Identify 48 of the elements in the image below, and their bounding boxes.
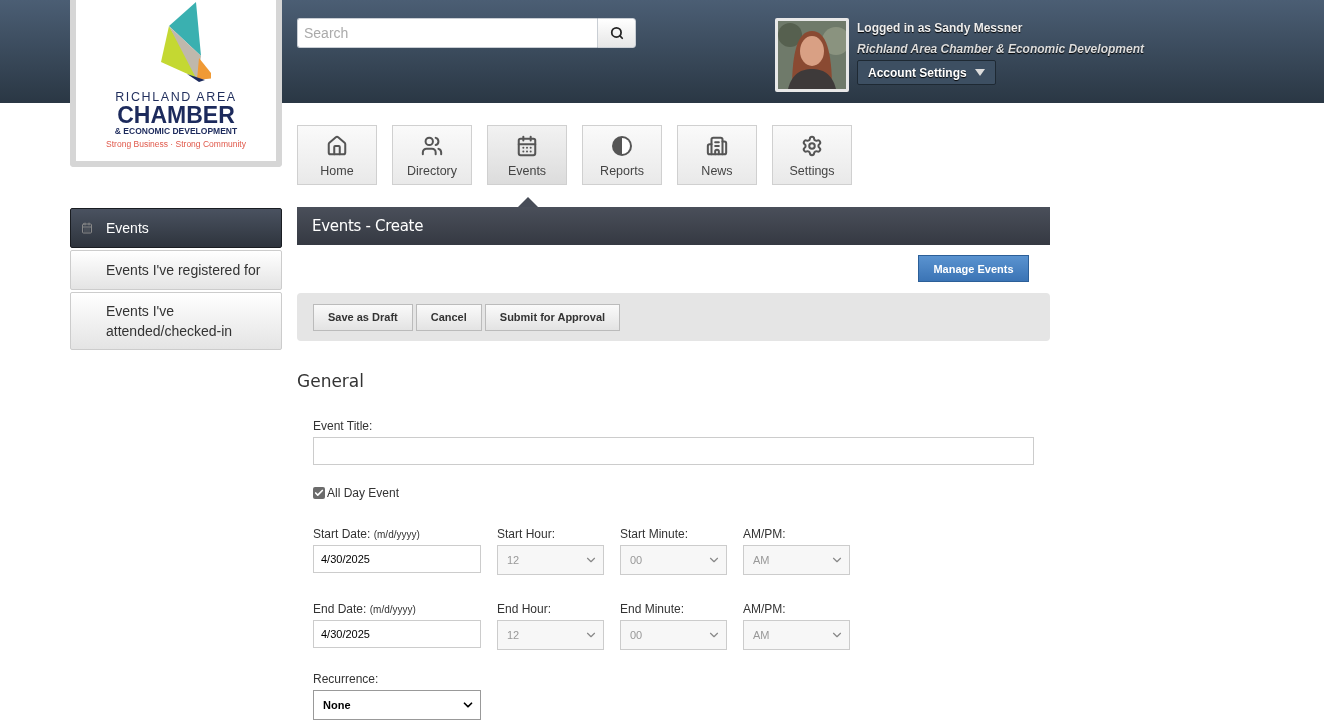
field-label: Start Minute: <box>620 527 690 541</box>
people-icon <box>421 135 443 157</box>
date-field[interactable]: 4/30/2025 <box>313 545 481 573</box>
field-label: Start Hour: <box>497 527 557 541</box>
logo-text: RICHLAND AREA <box>115 90 237 104</box>
buildings-icon <box>706 135 728 157</box>
checkbox-label: All Day Event <box>327 486 400 500</box>
sidebar-item[interactable]: Events <box>70 208 282 248</box>
sidebar-item[interactable]: Events I've registered for <box>70 250 282 290</box>
nav-tab[interactable]: Reports <box>582 125 662 185</box>
action-button[interactable]: Cancel <box>415 303 482 331</box>
nav-tab[interactable]: Directory <box>392 125 472 185</box>
home-icon <box>326 135 348 157</box>
field-label: AM/PM: <box>743 527 787 541</box>
sidebar-item[interactable]: Events I've attended/checked-in <box>70 292 282 350</box>
event-title-field[interactable] <box>313 437 1034 465</box>
logged-in-text: Logged in as Sandy Messner <box>857 21 1023 35</box>
section-title: General <box>297 371 365 391</box>
field-label: AM/PM: <box>743 602 787 616</box>
page-title: Events - Create <box>312 217 424 235</box>
nav-tab[interactable]: Settings <box>772 125 852 185</box>
organization-name: Richland Area Chamber & Economic Development <box>857 42 1144 56</box>
field-label: End Date: (m/d/yyyy) <box>313 602 417 616</box>
caret-icon <box>974 69 985 76</box>
search-field[interactable]: Search <box>297 18 597 48</box>
settings-icon <box>801 135 823 157</box>
logo-text: CHAMBER <box>117 104 235 126</box>
field-label: End Hour: <box>497 602 553 616</box>
field-label: Start Date: (m/d/yyyy) <box>313 527 421 541</box>
action-button[interactable]: Submit for Approval <box>484 303 621 331</box>
action-button[interactable]: Save as Draft <box>313 303 413 331</box>
checkbox[interactable] <box>313 487 325 499</box>
calendar-icon <box>516 135 538 157</box>
nav-tab[interactable]: News <box>677 125 757 185</box>
manage-events-button[interactable]: Manage Events <box>918 255 1029 282</box>
logo-tagline: Strong Business · Strong Community <box>106 138 246 151</box>
date-field[interactable]: 4/30/2025 <box>313 620 481 648</box>
search-button[interactable] <box>597 18 636 48</box>
nav-tab[interactable]: Home <box>297 125 377 185</box>
field-label: Event Title: <box>313 419 374 433</box>
search-icon <box>609 26 624 40</box>
field-label: End Minute: <box>620 602 686 616</box>
dropdown[interactable]: None <box>313 690 481 720</box>
pie-chart-icon <box>611 135 633 157</box>
logo-text: & ECONOMIC DEVELOPMENT <box>114 126 238 137</box>
account-settings-button[interactable]: Account Settings <box>857 60 996 85</box>
field-label: Recurrence: <box>313 672 380 686</box>
calendar-icon <box>81 222 93 234</box>
